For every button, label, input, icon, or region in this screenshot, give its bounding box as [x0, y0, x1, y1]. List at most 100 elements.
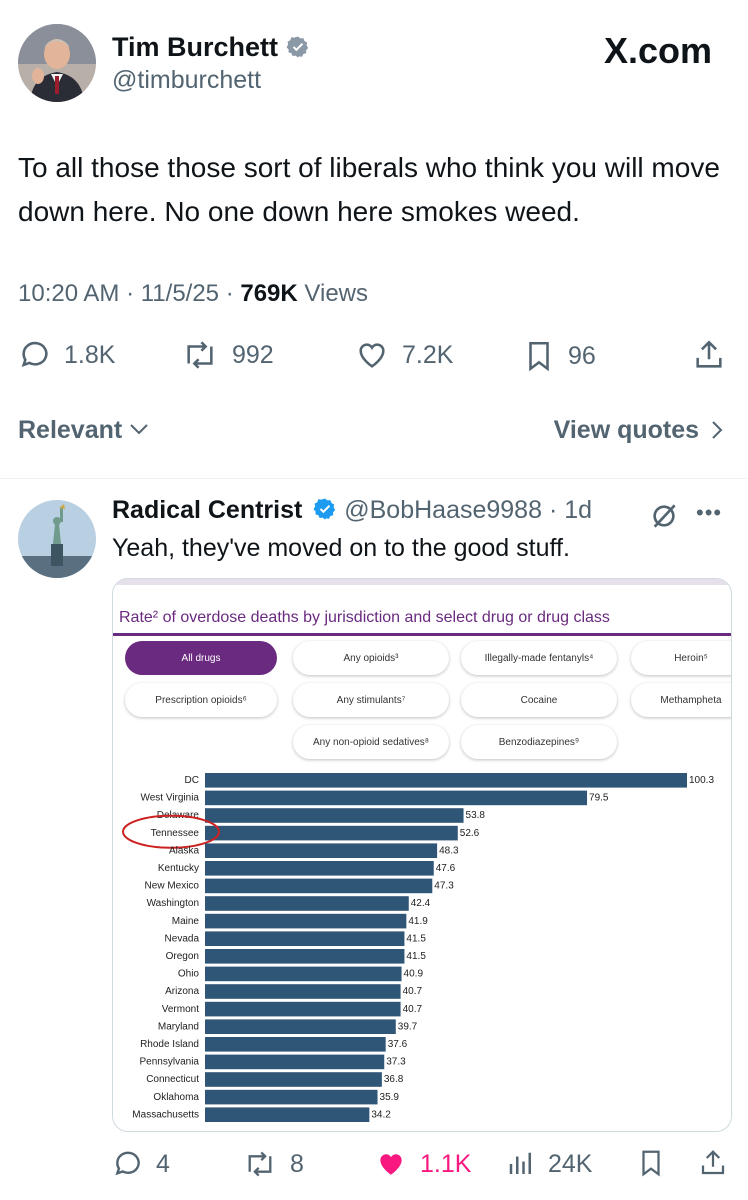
more-options-icon[interactable]: ••• — [696, 500, 722, 526]
bar-value-label: 35.9 — [380, 1092, 400, 1103]
bar-value-label: 53.8 — [466, 810, 486, 821]
bar — [205, 949, 405, 964]
bar-value-label: 40.7 — [403, 986, 423, 997]
bar-value-label: 79.5 — [589, 793, 609, 804]
grok-icon — [653, 504, 676, 528]
post-date: 11/5/25 — [140, 280, 220, 307]
bar — [205, 1107, 370, 1122]
bar-value-label: 52.6 — [460, 828, 480, 839]
pill-illegally-made-fentanyls[interactable]: Illegally-made fentanyls⁴ — [461, 641, 617, 675]
bar — [205, 843, 438, 858]
share-icon — [696, 340, 722, 368]
verified-badge-icon — [286, 36, 309, 58]
author-handle[interactable]: @timburchett — [112, 66, 261, 95]
pill-cocaine[interactable]: Cocaine — [461, 683, 617, 717]
reply-views-button[interactable]: 24K — [506, 1148, 592, 1180]
bar — [205, 1019, 396, 1034]
pill-heroin[interactable]: Heroin⁵ — [631, 641, 731, 675]
sort-label: Relevant — [18, 416, 123, 444]
bar-value-label: 34.2 — [371, 1109, 391, 1120]
reply-header: Radical Centrist @BobHaase9988 · 1d — [112, 496, 593, 524]
author-name[interactable]: Tim Burchett — [112, 32, 278, 62]
pill-all-drugs[interactable]: All drugs — [125, 641, 277, 675]
share-icon — [701, 1150, 725, 1175]
bar-label: Tennessee — [151, 828, 200, 839]
chart-title-rule — [113, 633, 731, 636]
divider — [0, 478, 748, 479]
bar-label: Oregon — [166, 951, 199, 962]
sort-dropdown[interactable]: Relevant — [18, 416, 149, 445]
bar-label: West Virginia — [140, 793, 199, 804]
bar-value-label: 100.3 — [689, 775, 714, 786]
heart-icon — [359, 343, 385, 368]
bar-label: Pennsylvania — [140, 1057, 200, 1068]
view-quotes-link[interactable]: View quotes — [554, 416, 724, 445]
bar-value-label: 40.9 — [404, 969, 424, 980]
bookmark-button[interactable]: 96 — [522, 338, 596, 374]
bar-value-label: 41.9 — [408, 916, 428, 927]
like-button[interactable]: 7.2K — [354, 338, 453, 372]
bar-label: Connecticut — [146, 1074, 199, 1085]
bar — [205, 1054, 385, 1070]
bar — [205, 1089, 378, 1105]
pill-any-non-opioid-sedatives[interactable]: Any non-opioid sedatives⁸ — [293, 725, 449, 759]
bar — [205, 861, 434, 876]
reply-age: 1d — [564, 496, 593, 524]
bar-value-label: 47.3 — [434, 881, 454, 892]
post-text: To all those those sort of liberals who … — [18, 152, 720, 227]
reply-repost-button[interactable]: 8 — [242, 1148, 304, 1180]
grok-button[interactable] — [648, 500, 680, 537]
pill-prescription-opioids[interactable]: Prescription opioids⁶ — [125, 683, 277, 717]
reply-like-button[interactable]: 1.1K — [374, 1148, 471, 1180]
author-avatar[interactable] — [18, 24, 96, 102]
reply-share-button[interactable] — [698, 1146, 728, 1185]
like-count: 7.2K — [402, 340, 454, 369]
reply-button[interactable]: 1.8K — [18, 338, 115, 372]
reply-like-count: 1.1K — [420, 1149, 472, 1178]
bar-value-label: 48.3 — [439, 845, 459, 856]
reply-author-handle[interactable]: @BobHaase9988 — [344, 496, 542, 524]
bar-value-label: 39.7 — [398, 1021, 418, 1032]
reply-author-name[interactable]: Radical Centrist — [112, 496, 302, 524]
share-button[interactable] — [692, 336, 726, 379]
chart-top-strip — [113, 579, 731, 585]
repost-button[interactable]: 992 — [180, 338, 274, 372]
post-action-bar: 1.8K 992 7.2K 96 — [18, 336, 728, 376]
view-quotes-label: View quotes — [553, 416, 700, 444]
bar-value-label: 37.3 — [386, 1057, 406, 1068]
bar — [205, 966, 402, 982]
bar-label: Massachusetts — [132, 1109, 199, 1120]
bar-value-label: 41.5 — [406, 933, 426, 944]
bar-label: Vermont — [162, 1004, 199, 1015]
reply-count: 1.8K — [64, 340, 116, 369]
bar-label: Rhode Island — [140, 1039, 199, 1050]
reply-icon — [21, 341, 48, 367]
pill-any-opioids[interactable]: Any opioids³ — [293, 641, 449, 675]
reply-reply-count: 4 — [156, 1149, 170, 1178]
bar-value-label: 47.6 — [436, 863, 456, 874]
view-count: 769K — [240, 280, 298, 307]
reply-avatar[interactable] — [18, 500, 96, 578]
attached-chart-image[interactable]: Rate² of overdose deaths by jurisdiction… — [112, 578, 732, 1132]
pill-benzodiazepines[interactable]: Benzodiazepines⁹ — [461, 725, 617, 759]
reply-icon — [115, 1151, 140, 1176]
bar-label: DC — [185, 775, 199, 786]
bar-label: Alaska — [169, 845, 199, 856]
reply-repost-count: 8 — [290, 1149, 304, 1178]
reply-text: Yeah, they've moved on to the good stuff… — [112, 534, 570, 562]
bar-label: Oklahoma — [153, 1092, 199, 1103]
chart-title: Rate² of overdose deaths by jurisdiction… — [119, 609, 610, 626]
pill-methampheta[interactable]: Methampheta — [631, 683, 731, 717]
pill-any-stimulants[interactable]: Any stimulants⁷ — [293, 683, 449, 717]
reply-reply-button[interactable]: 4 — [112, 1148, 170, 1180]
repost-icon — [248, 1151, 272, 1177]
reply-bookmark-button[interactable] — [636, 1146, 666, 1185]
bar — [205, 808, 464, 823]
bar-value-label: 42.4 — [411, 898, 431, 909]
bar — [205, 896, 409, 911]
bar — [205, 1072, 382, 1087]
repost-count: 992 — [232, 340, 274, 369]
chevron-down-icon — [130, 424, 148, 435]
bar — [205, 1037, 386, 1052]
chevron-right-icon — [712, 421, 723, 439]
